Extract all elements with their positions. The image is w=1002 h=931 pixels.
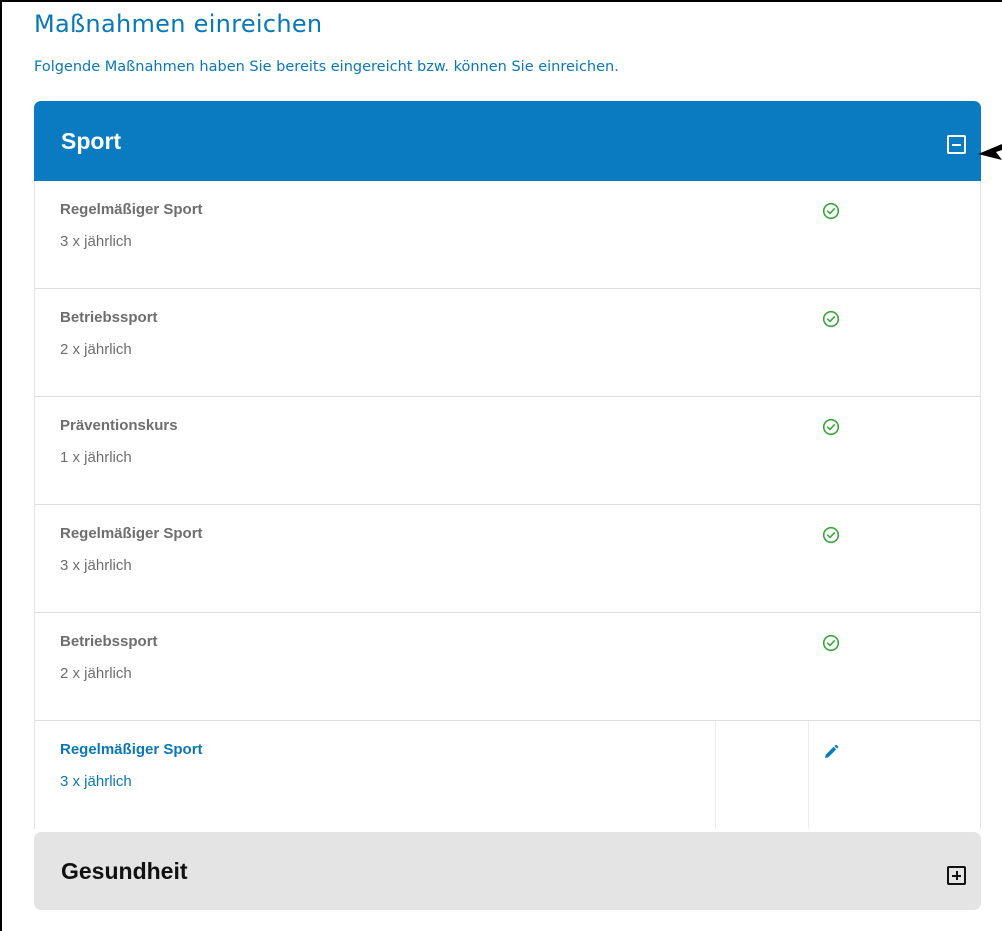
pencil-icon[interactable] <box>822 743 840 761</box>
measure-name: Präventionskurs <box>60 417 178 434</box>
check-circle-icon <box>822 526 840 544</box>
accordion: Sport Regelmäßiger Sport 3 x jährlich Be… <box>34 101 981 910</box>
list-item[interactable]: Präventionskurs 1 x jährlich <box>35 397 980 505</box>
column-divider <box>808 721 809 829</box>
measure-name: Regelmäßiger Sport <box>60 525 203 542</box>
measure-name: Regelmäßiger Sport <box>60 741 203 758</box>
list-item[interactable]: Regelmäßiger Sport 3 x jährlich <box>35 181 980 289</box>
measure-frequency: 3 x jährlich <box>60 773 132 790</box>
list-item-editable[interactable]: Regelmäßiger Sport 3 x jährlich <box>35 721 980 829</box>
check-circle-icon <box>822 634 840 652</box>
section-header-sport[interactable]: Sport <box>34 101 981 181</box>
check-circle-icon <box>822 418 840 436</box>
section-title: Sport <box>61 127 122 154</box>
page-subtitle: Folgende Maßnahmen haben Sie bereits ein… <box>34 59 619 75</box>
measure-frequency: 2 x jährlich <box>60 341 132 358</box>
measure-frequency: 1 x jährlich <box>60 449 132 466</box>
list-item[interactable]: Betriebssport 2 x jährlich <box>35 613 980 721</box>
measure-frequency: 2 x jährlich <box>60 665 132 682</box>
column-divider <box>715 721 716 829</box>
measure-name: Betriebssport <box>60 309 158 326</box>
measure-frequency: 3 x jährlich <box>60 557 132 574</box>
page-title: Maßnahmen einreichen <box>34 10 323 38</box>
check-circle-icon <box>822 202 840 220</box>
measure-frequency: 3 x jährlich <box>60 233 132 250</box>
section-title: Gesundheit <box>61 857 188 884</box>
minus-square-icon[interactable] <box>947 135 966 154</box>
list-item[interactable]: Betriebssport 2 x jährlich <box>35 289 980 397</box>
section-header-gesundheit[interactable]: Gesundheit <box>34 832 981 910</box>
measure-name: Regelmäßiger Sport <box>60 201 203 218</box>
check-circle-icon <box>822 310 840 328</box>
measure-list: Regelmäßiger Sport 3 x jährlich Betriebs… <box>34 181 981 829</box>
measure-name: Betriebssport <box>60 633 158 650</box>
pointer-arrow-icon <box>978 144 1002 160</box>
list-item[interactable]: Regelmäßiger Sport 3 x jährlich <box>35 505 980 613</box>
plus-square-icon[interactable] <box>947 866 966 885</box>
